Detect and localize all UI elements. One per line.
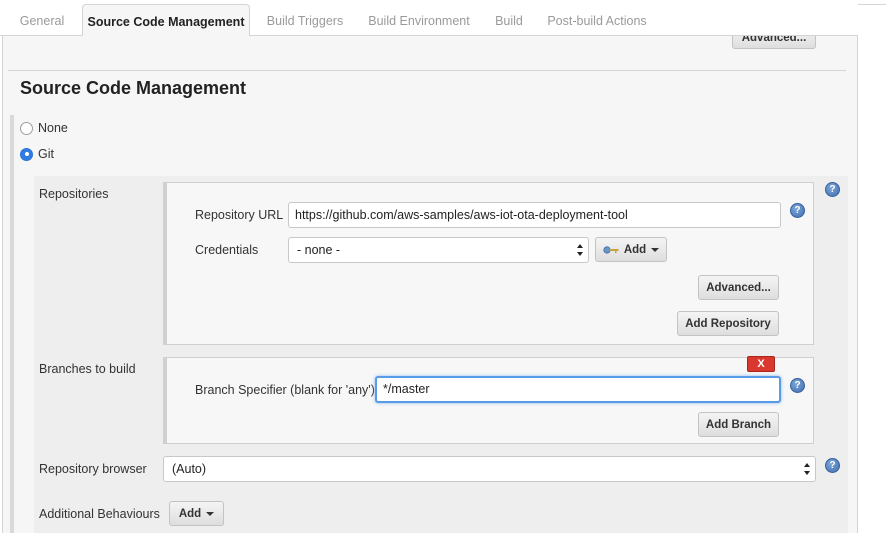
help-icon[interactable]: ? <box>825 182 840 197</box>
repository-url-input[interactable]: https://github.com/aws-samples/aws-iot-o… <box>288 202 781 228</box>
advanced-button[interactable]: Advanced... <box>698 275 779 300</box>
caret-down-icon <box>206 511 215 516</box>
top-advanced-clip: Advanced... <box>732 36 816 50</box>
repository-browser-value: (Auto) <box>172 462 207 476</box>
add-behaviour-label: Add <box>178 507 202 520</box>
add-behaviour-button[interactable]: Add <box>169 501 224 526</box>
select-arrows-icon <box>577 244 583 256</box>
add-repository-button[interactable]: Add Repository <box>677 311 779 336</box>
tab-bar: General Source Code Management Build Tri… <box>0 0 858 41</box>
credentials-label: Credentials <box>195 243 259 257</box>
radio-none-label: None <box>38 121 68 135</box>
add-credentials-button[interactable]: Add <box>595 237 667 262</box>
credentials-select[interactable]: - none - <box>288 237 589 263</box>
scm-option-none[interactable]: None <box>20 121 68 135</box>
section-title: Source Code Management <box>20 78 247 98</box>
radio-git-label: Git <box>38 147 54 161</box>
branch-specifier-label: Branch Specifier (blank for 'any') <box>195 383 375 397</box>
divider <box>858 4 886 5</box>
tab-build[interactable]: Build <box>486 0 532 36</box>
repositories-label: Repositories <box>39 187 109 201</box>
key-icon <box>603 245 619 254</box>
repository-url-label: Repository URL <box>195 208 284 222</box>
repository-browser-select[interactable]: (Auto) <box>163 456 816 482</box>
repository-browser-label: Repository browser <box>39 462 147 476</box>
tab-build-environment[interactable]: Build Environment <box>360 0 478 36</box>
section-indent-bar <box>10 115 14 533</box>
tab-build-triggers[interactable]: Build Triggers <box>258 0 352 36</box>
caret-down-icon <box>651 247 660 252</box>
select-arrows-icon <box>804 463 810 475</box>
advanced-button-top[interactable]: Advanced... <box>732 36 816 49</box>
branch-specifier-input[interactable]: */master <box>375 376 781 403</box>
scm-option-git[interactable]: Git <box>20 147 54 161</box>
delete-branch-button[interactable]: X <box>747 356 775 372</box>
radio-none[interactable] <box>20 121 33 135</box>
help-icon[interactable]: ? <box>825 458 840 473</box>
help-icon[interactable]: ? <box>790 203 805 218</box>
credentials-value: - none - <box>297 243 341 257</box>
tab-post-build-actions[interactable]: Post-build Actions <box>540 0 654 36</box>
radio-git[interactable] <box>20 147 33 161</box>
add-branch-button[interactable]: Add Branch <box>698 412 779 437</box>
add-credentials-label: Add <box>623 243 647 256</box>
help-icon[interactable]: ? <box>790 378 805 393</box>
branches-label: Branches to build <box>39 362 136 376</box>
section-divider <box>8 70 846 71</box>
additional-behaviours-label: Additional Behaviours <box>39 507 160 521</box>
tab-general[interactable]: General <box>8 0 76 36</box>
